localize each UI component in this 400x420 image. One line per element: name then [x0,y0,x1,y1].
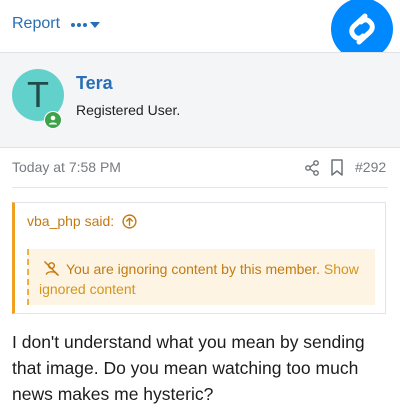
divider [12,187,388,188]
report-link[interactable]: Report [12,15,60,33]
ignored-content-notice: You are ignoring content by this member.… [27,249,375,305]
shazam-icon [349,13,375,45]
chevron-down-icon [90,22,100,28]
post-message: I don't understand what you mean by send… [12,332,365,404]
post-view: Report T Tera Registered User. Today at … [0,0,400,420]
user-info-panel: T Tera Registered User. [0,52,400,148]
share-icon[interactable] [304,160,320,176]
bookmark-icon[interactable] [330,159,344,176]
ignored-message: You are ignoring content by this member. [66,261,320,277]
arrow-up-circle-icon[interactable] [122,213,137,229]
online-status-icon [45,112,61,128]
more-menu-button[interactable] [70,14,100,36]
quote-block: vba_php said: You are ignoring content b… [12,202,386,314]
user-title: Registered User. [76,102,181,118]
online-status-badge [44,111,62,129]
username-link[interactable]: Tera [76,73,113,94]
post-number-link[interactable]: #292 [355,159,386,175]
post-meta-row: Today at 7:58 PM #292 [0,148,400,188]
quote-header[interactable]: vba_php said: [27,213,137,229]
quote-author[interactable]: vba_php said: [27,213,114,229]
muted-user-icon [44,261,59,276]
avatar-letter: T [27,74,49,115]
ellipsis-icon [71,23,87,27]
shazam-button[interactable] [331,0,393,60]
post-date-link[interactable]: Today at 7:58 PM [12,159,121,175]
